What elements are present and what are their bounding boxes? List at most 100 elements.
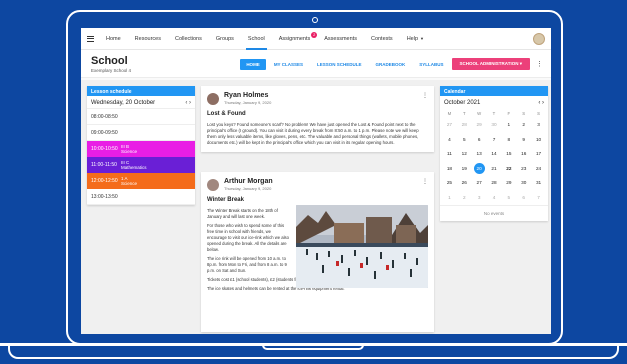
calendar-day[interactable]: 20 (472, 162, 487, 177)
calendar-day[interactable]: 1 (501, 118, 516, 133)
avatar (207, 92, 219, 105)
tab-gradebook[interactable]: GRADEBOOK (370, 59, 412, 70)
post-author: Ryan Holmes (224, 92, 269, 99)
calendar-day[interactable]: 6 (516, 191, 531, 206)
user-avatar[interactable] (533, 33, 545, 45)
nav-home[interactable]: Home (106, 36, 121, 42)
calendar-day[interactable]: 3 (531, 118, 546, 133)
schedule-date: Wednesday, 20 October (91, 100, 156, 106)
calendar-day[interactable]: 13 (472, 147, 487, 162)
calendar-day[interactable]: 24 (531, 162, 546, 177)
more-options-icon[interactable]: ⋮ (422, 92, 428, 99)
weekday-label: T (462, 111, 466, 116)
calendar-day[interactable]: 23 (516, 162, 531, 177)
assignments-badge: 2 (311, 31, 318, 38)
chevron-right-icon[interactable]: › (189, 100, 191, 106)
school-administration-label: SCHOOL ADMINISTRATION (459, 61, 519, 66)
avatar (207, 178, 219, 191)
calendar-day[interactable]: 27 (472, 176, 487, 191)
calendar-day[interactable]: 9 (516, 133, 531, 148)
school-tabs: HOME MY CLASSES LESSON SCHEDULE GRADEBOO… (238, 58, 543, 70)
tab-syllabus[interactable]: SYLLABUS (413, 59, 449, 70)
calendar-day[interactable]: 27 (442, 118, 457, 133)
weekday-label: S (537, 111, 540, 116)
slot-class-info: 1 A Science (121, 175, 138, 187)
nav-groups[interactable]: Groups (216, 36, 234, 42)
calendar-day[interactable]: 29 (472, 118, 487, 133)
calendar-day[interactable]: 5 (501, 191, 516, 206)
tab-home[interactable]: HOME (240, 58, 266, 70)
calendar-day[interactable]: 1 (442, 191, 457, 206)
calendar-day[interactable]: 15 (501, 147, 516, 162)
school-administration-button[interactable]: SCHOOL ADMINISTRATION ▾ (451, 58, 530, 70)
calendar-day[interactable]: 6 (472, 133, 487, 148)
nav-help-label: Help (406, 35, 418, 42)
calendar-card: Calendar October 2021 ‹ › M T W T F S S 27 28 29 3… (440, 86, 548, 221)
calendar-title: Calendar (440, 86, 548, 96)
more-options-icon[interactable]: ⋮ (536, 60, 543, 68)
calendar-day[interactable]: 4 (442, 133, 457, 148)
post-author: Arthur Morgan (224, 178, 273, 185)
tab-my-classes[interactable]: MY CLASSES (268, 59, 309, 70)
schedule-slot[interactable]: 11:00-11:50 III C Mathematics (87, 157, 195, 173)
tab-lesson-schedule[interactable]: LESSON SCHEDULE (311, 59, 368, 70)
calendar-day[interactable]: 8 (501, 133, 516, 148)
calendar-day[interactable]: 28 (487, 176, 502, 191)
hamburger-menu-icon[interactable] (87, 34, 94, 43)
calendar-day[interactable]: 30 (487, 118, 502, 133)
calendar-day[interactable]: 29 (501, 176, 516, 191)
nav-assessments[interactable]: Assessments (324, 36, 357, 42)
schedule-slots: 08:00-08:50 09:00-09:50 10:00-10:50 III B S… (87, 109, 195, 205)
nav-assignments[interactable]: Assignments 2 (278, 31, 318, 42)
calendar-day[interactable]: 2 (516, 118, 531, 133)
calendar-grid: M T W T F S S 27 28 29 30 1 2 3 4 5 6 7 8 9 10 11 12 13 14 15 16 17… (440, 109, 548, 205)
lesson-schedule-card: Lesson schedule Wednesday, 20 October ‹ … (87, 86, 195, 205)
calendar-day[interactable]: 3 (472, 191, 487, 206)
date-arrows[interactable]: ‹ › (185, 100, 191, 106)
schedule-slot: 08:00-08:50 (87, 109, 195, 125)
calendar-day[interactable]: 19 (457, 162, 472, 177)
more-options-icon[interactable]: ⋮ (422, 178, 428, 185)
calendar-day[interactable]: 12 (457, 147, 472, 162)
calendar-day[interactable]: 31 (531, 176, 546, 191)
nav-assignments-label: Assignments (278, 35, 311, 42)
calendar-day[interactable]: 2 (457, 191, 472, 206)
month-arrows[interactable]: ‹ › (538, 100, 544, 106)
calendar-day[interactable]: 22 (501, 162, 516, 177)
nav-school[interactable]: School (245, 36, 267, 50)
ice-rink-photo (296, 205, 428, 288)
calendar-day[interactable]: 21 (487, 162, 502, 177)
calendar-day[interactable]: 5 (457, 133, 472, 148)
nav-help[interactable]: Help ▼ (407, 36, 424, 42)
nav-resources[interactable]: Resources (135, 36, 161, 42)
chevron-right-icon[interactable]: › (542, 100, 544, 106)
post-date: Thursday, January 9, 2020 (224, 100, 272, 105)
calendar-day[interactable]: 10 (531, 133, 546, 148)
calendar-day[interactable]: 7 (487, 133, 502, 148)
school-header: School Exemplary School 4 HOME MY CLASSE… (81, 50, 551, 78)
chevron-left-icon[interactable]: ‹ (185, 100, 187, 106)
nav-contests[interactable]: Contests (371, 36, 393, 42)
post-card: Ryan Holmes Thursday, January 9, 2020 ⋮ … (201, 86, 434, 152)
calendar-day[interactable]: 30 (516, 176, 531, 191)
schedule-slot[interactable]: 10:00-10:50 III B Science (87, 141, 195, 157)
weekday-label: T (492, 111, 496, 116)
calendar-day[interactable]: 26 (457, 176, 472, 191)
post-title: Winter Break (207, 197, 244, 203)
calendar-day[interactable]: 18 (442, 162, 457, 177)
calendar-day[interactable]: 4 (487, 191, 502, 206)
calendar-day[interactable]: 7 (531, 191, 546, 206)
calendar-day[interactable]: 17 (531, 147, 546, 162)
post-title: Lost & Found (207, 111, 246, 117)
calendar-day[interactable]: 25 (442, 176, 457, 191)
calendar-day[interactable]: 11 (442, 147, 457, 162)
chevron-left-icon[interactable]: ‹ (538, 100, 540, 106)
schedule-slot: 13:00-13:50 (87, 189, 195, 205)
calendar-day[interactable]: 16 (516, 147, 531, 162)
post-body: Lost you keys? Found someone's scarf? No… (207, 122, 419, 145)
slot-time: 09:00-09:50 (91, 129, 118, 136)
calendar-day[interactable]: 28 (457, 118, 472, 133)
nav-collections[interactable]: Collections (175, 36, 202, 42)
calendar-day[interactable]: 14 (487, 147, 502, 162)
schedule-slot[interactable]: 12:00-12:50 1 A Science (87, 173, 195, 189)
